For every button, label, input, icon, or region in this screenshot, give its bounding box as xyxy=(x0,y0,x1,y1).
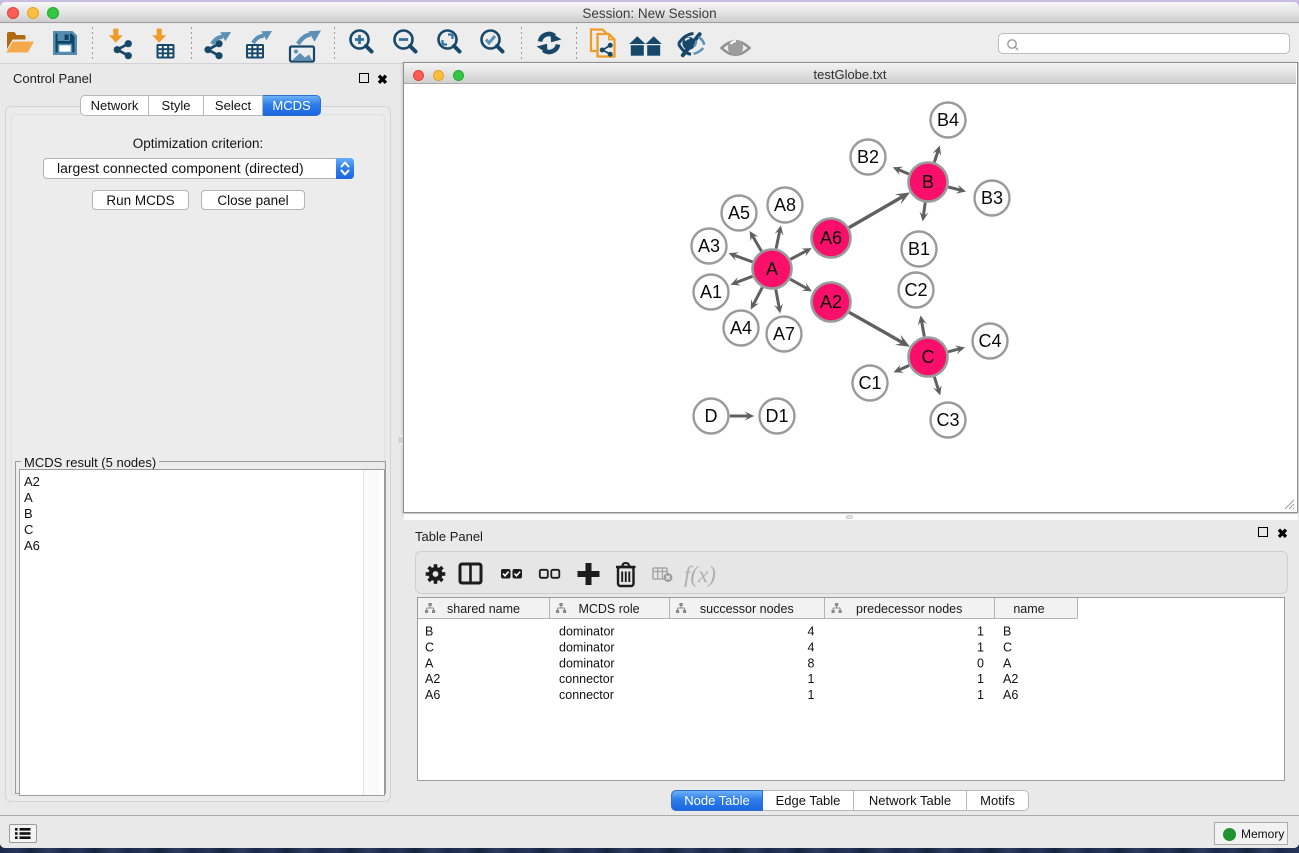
svg-text:8: 8 xyxy=(808,656,815,670)
svg-text:D: D xyxy=(705,406,718,426)
svg-text:4: 4 xyxy=(808,640,815,654)
svg-text:A6: A6 xyxy=(820,228,842,248)
svg-text:dominator: dominator xyxy=(559,625,615,639)
svg-text:0: 0 xyxy=(977,656,984,670)
svg-text:A2: A2 xyxy=(1003,672,1018,686)
svg-text:A1: A1 xyxy=(700,282,722,302)
svg-text:D1: D1 xyxy=(765,406,788,426)
svg-text:B: B xyxy=(922,172,934,192)
svg-text:1: 1 xyxy=(977,672,984,686)
svg-text:C: C xyxy=(922,347,935,367)
svg-text:B: B xyxy=(425,625,433,639)
svg-text:A2: A2 xyxy=(820,292,842,312)
svg-text:B2: B2 xyxy=(857,147,879,167)
svg-text:connector: connector xyxy=(559,672,614,686)
svg-text:C1: C1 xyxy=(858,373,881,393)
svg-text:1: 1 xyxy=(808,688,815,702)
svg-text:A6: A6 xyxy=(425,688,440,702)
svg-text:A7: A7 xyxy=(773,324,795,344)
svg-text:A: A xyxy=(1003,656,1012,670)
svg-text:A6: A6 xyxy=(1003,688,1018,702)
svg-text:1: 1 xyxy=(977,640,984,654)
svg-text:MCDS role: MCDS role xyxy=(578,602,639,616)
svg-text:successor nodes: successor nodes xyxy=(700,602,794,616)
svg-text:C: C xyxy=(1003,640,1012,654)
svg-text:1: 1 xyxy=(977,688,984,702)
svg-text:B4: B4 xyxy=(937,110,959,130)
svg-text:A4: A4 xyxy=(730,318,752,338)
svg-text:1: 1 xyxy=(808,672,815,686)
svg-text:f(x): f(x) xyxy=(684,562,716,587)
svg-text:C3: C3 xyxy=(936,410,959,430)
svg-text:A3: A3 xyxy=(698,236,720,256)
svg-text:A2: A2 xyxy=(425,672,440,686)
svg-text:C2: C2 xyxy=(904,280,927,300)
svg-text:dominator: dominator xyxy=(559,656,615,670)
svg-text:B: B xyxy=(1003,625,1011,639)
svg-text:A: A xyxy=(766,259,778,279)
svg-text:C4: C4 xyxy=(978,331,1001,351)
svg-text:A8: A8 xyxy=(774,195,796,215)
svg-text:shared name: shared name xyxy=(447,602,520,616)
svg-text:A5: A5 xyxy=(728,203,750,223)
svg-text:A: A xyxy=(425,656,434,670)
svg-text:B1: B1 xyxy=(908,239,930,259)
svg-text:dominator: dominator xyxy=(559,640,615,654)
svg-text:C: C xyxy=(425,640,434,654)
svg-text:connector: connector xyxy=(559,688,614,702)
svg-text:4: 4 xyxy=(808,625,815,639)
svg-text:B3: B3 xyxy=(981,188,1003,208)
svg-text:predecessor nodes: predecessor nodes xyxy=(856,602,962,616)
svg-text:name: name xyxy=(1013,602,1044,616)
svg-text:1: 1 xyxy=(977,625,984,639)
